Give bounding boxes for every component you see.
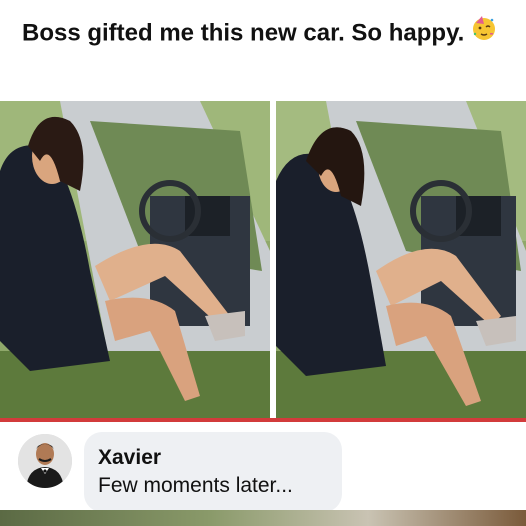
post-caption: Boss gifted me this new car. So happy.	[22, 14, 512, 54]
photo-woman-in-car-right[interactable]	[276, 101, 526, 418]
photo-pair	[0, 101, 526, 418]
partying-face-icon	[470, 14, 498, 54]
comment-text: Few moments later...	[98, 474, 293, 497]
comment-bubble: Xavier Few moments later...	[84, 432, 342, 512]
next-photo-preview	[0, 510, 526, 526]
avatar[interactable]	[18, 434, 72, 488]
photo-woman-in-car-left[interactable]	[0, 101, 270, 418]
comment-author[interactable]: Xavier	[98, 446, 161, 470]
post-caption-text: Boss gifted me this new car. So happy.	[22, 19, 465, 47]
